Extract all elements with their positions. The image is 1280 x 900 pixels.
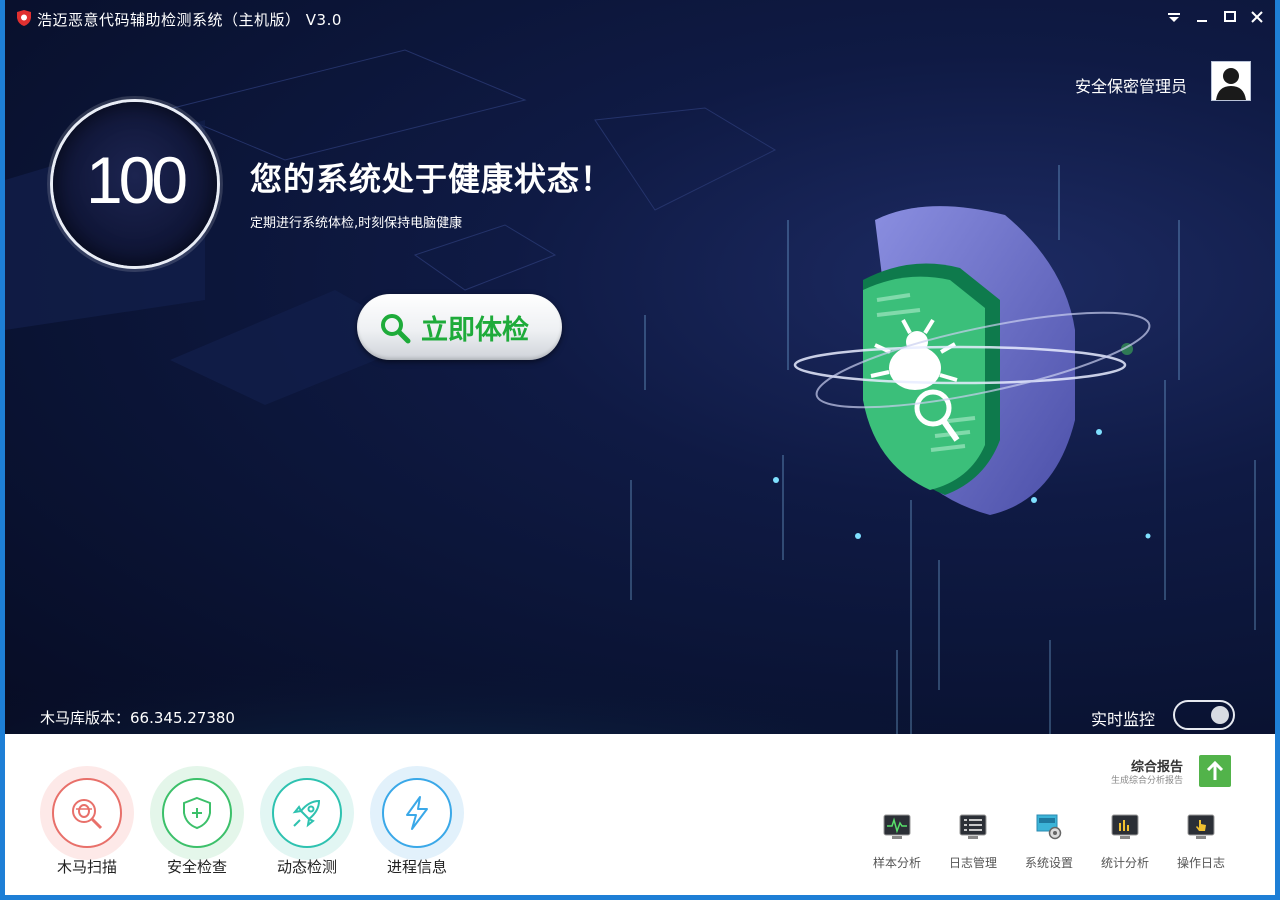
tool-core — [382, 778, 452, 848]
user-avatar-icon[interactable] — [1211, 61, 1251, 101]
maximize-icon — [1224, 11, 1236, 22]
mini-tool-label: 系统设置 — [1024, 856, 1073, 870]
mini-tool-label: 统计分析 — [1100, 856, 1149, 870]
tool-trojan-scan[interactable]: 木马扫描 — [40, 766, 134, 876]
close-icon — [1251, 11, 1263, 23]
tool-security-check[interactable]: 安全检查 — [150, 766, 244, 876]
chevron-down-icon — [1168, 13, 1180, 22]
search-icon — [381, 314, 411, 344]
bug-scan-icon — [72, 799, 103, 830]
app-window: 浩迈恶意代码辅助检测系统（主机版） V3.0 安全保密管理员 100 您的系统处… — [0, 0, 1280, 900]
upload-arrow-icon — [1199, 755, 1231, 787]
comprehensive-report-button[interactable]: 综合报告 生成综合分析报告 — [1065, 754, 1235, 790]
status-subline: 定期进行系统体检,时刻保持电脑健康 — [250, 216, 463, 231]
quick-scan-label: 立即体检 — [421, 315, 529, 346]
status-headline: 您的系统处于健康状态！ — [250, 160, 614, 198]
tool-halo — [150, 766, 244, 860]
health-score-ring: 100 — [53, 102, 217, 266]
realtime-monitor-label: 实时监控 — [1091, 710, 1156, 729]
operation-log-button[interactable]: 操作日志 — [1171, 814, 1231, 871]
hero-panel: 浩迈恶意代码辅助检测系统（主机版） V3.0 安全保密管理员 100 您的系统处… — [5, 0, 1275, 734]
shield-bug-illustration — [793, 206, 1151, 515]
tool-core — [272, 778, 342, 848]
tool-halo — [40, 766, 134, 860]
window-title: 浩迈恶意代码辅助检测系统（主机版） V3.0 — [37, 11, 342, 29]
tool-label: 安全检查 — [166, 858, 227, 876]
mini-tool-label: 操作日志 — [1176, 856, 1225, 870]
menu-dropdown-button[interactable] — [1161, 6, 1187, 30]
statistics-analysis-button[interactable]: 统计分析 — [1095, 814, 1155, 871]
bar-stats-icon — [1111, 814, 1139, 839]
hero-background-art — [5, 49, 1256, 734]
realtime-monitor-toggle[interactable] — [1173, 700, 1235, 730]
tool-label: 动态检测 — [276, 858, 337, 876]
report-subtitle: 生成综合分析报告 — [1110, 776, 1183, 786]
hand-touch-icon — [1187, 814, 1215, 839]
waveform-monitor-icon — [883, 814, 911, 839]
log-list-icon — [959, 814, 987, 839]
toggle-knob — [1211, 706, 1229, 724]
tool-halo — [370, 766, 464, 860]
app-logo-icon — [17, 10, 31, 26]
minimize-icon — [1197, 20, 1207, 22]
sample-analysis-button[interactable]: 样本分析 — [867, 814, 927, 871]
tool-label: 木马扫描 — [56, 858, 117, 876]
quick-scan-button[interactable]: 立即体检 — [357, 294, 562, 360]
health-score: 100 — [85, 143, 188, 217]
maximize-button[interactable] — [1217, 6, 1243, 30]
trojan-db-version: 木马库版本：66.345.27380 — [40, 709, 235, 727]
system-settings-button[interactable]: 系统设置 — [1019, 814, 1079, 871]
lightning-icon — [406, 796, 428, 830]
tool-core — [52, 778, 122, 848]
mini-tool-label: 样本分析 — [872, 856, 921, 870]
mini-tool-label: 日志管理 — [948, 856, 997, 870]
tool-process-info[interactable]: 进程信息 — [370, 766, 464, 876]
user-name: 安全保密管理员 — [1075, 77, 1188, 96]
log-management-button[interactable]: 日志管理 — [943, 814, 1003, 871]
title-bar: 浩迈恶意代码辅助检测系统（主机版） V3.0 — [5, 0, 1275, 36]
soft-gear-icon — [1036, 814, 1062, 840]
tool-dynamic-detection[interactable]: 动态检测 — [260, 766, 354, 876]
minimize-button[interactable] — [1189, 6, 1215, 30]
rocket-icon — [292, 799, 321, 828]
shield-plus-icon — [183, 796, 211, 830]
close-button[interactable] — [1244, 6, 1270, 30]
tool-core — [162, 778, 232, 848]
toolbar-panel: 木马扫描 安全检查 动态检测 进程信息 综合报告 生成综合分析报告 样本分析 日… — [5, 734, 1275, 895]
tool-label: 进程信息 — [386, 858, 447, 876]
tool-halo — [260, 766, 354, 860]
